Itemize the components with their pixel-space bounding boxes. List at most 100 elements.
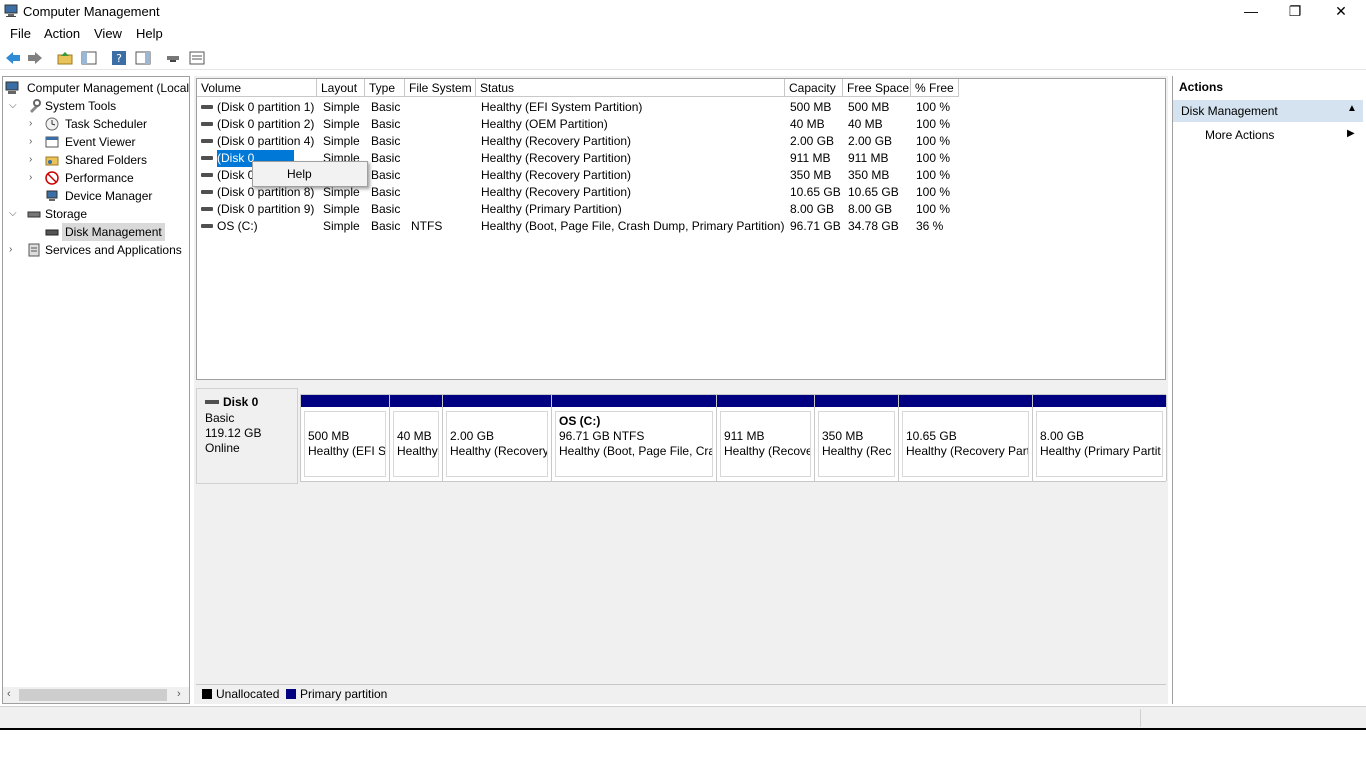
tree-item-services-applications[interactable]: › Services and Applications — [5, 241, 189, 259]
cell-percent-free: 36 % — [916, 219, 944, 233]
partition-status: Healthy (EFI S — [308, 444, 386, 458]
cell-free-space: 911 MB — [848, 151, 889, 165]
partition-details: 8.00 GB Healthy (Primary Partit — [1036, 411, 1163, 477]
table-row[interactable]: (Disk 0 partition 9) Simple Basic Healthy (… — [197, 201, 1165, 218]
partition-details: 911 MB Healthy (Recove — [720, 411, 811, 477]
connect-icon[interactable] — [164, 50, 182, 66]
partition-block[interactable]: 10.65 GB Healthy (Recovery Part — [899, 395, 1033, 481]
tree-item-shared-folders[interactable]: › Shared Folders — [5, 151, 185, 169]
scroll-right-icon[interactable]: › — [177, 688, 181, 700]
chevron-right-icon[interactable]: › — [29, 169, 39, 187]
partition-block[interactable]: OS (C:) 96.71 GB NTFS Healthy (Boot, Page … — [552, 395, 717, 481]
menu-file[interactable]: File — [10, 26, 31, 41]
table-row[interactable]: (Disk 0 partition 1) Simple Basic Healthy (… — [197, 99, 1165, 116]
tree-item-task-scheduler[interactable]: › Task Scheduler — [5, 115, 185, 133]
column-header-file-system[interactable]: File System — [405, 79, 476, 97]
column-header-capacity[interactable]: Capacity — [785, 79, 843, 97]
volume-icon — [201, 224, 213, 228]
table-row[interactable]: (Disk 0 partition 2) Simple Basic Healthy (… — [197, 116, 1165, 133]
cell-status: Healthy (EFI System Partition) — [481, 100, 643, 114]
cell-volume: (Disk 0 partition 4) — [217, 134, 315, 148]
partition-block[interactable]: 40 MB Healthy — [390, 395, 443, 481]
show-hide-action-pane-icon[interactable] — [134, 50, 152, 66]
forward-arrow-icon[interactable] — [26, 50, 44, 66]
disk-graphical-view: Disk 0 Basic 119.12 GB Online 500 MB Heal… — [196, 386, 1167, 484]
cell-volume: (Disk 0 — [217, 168, 255, 182]
chevron-right-icon[interactable]: › — [29, 115, 39, 133]
chevron-right-icon[interactable]: › — [29, 151, 39, 169]
cell-percent-free: 100 % — [916, 168, 951, 182]
cell-type: Basic — [371, 202, 401, 216]
menu-action[interactable]: Action — [44, 26, 80, 41]
scrollbar-thumb[interactable] — [19, 689, 167, 701]
partition-block[interactable]: 350 MB Healthy (Rec — [815, 395, 899, 481]
chevron-right-icon[interactable]: › — [29, 133, 39, 151]
table-row[interactable]: OS (C:) Simple Basic NTFS Healthy (Boot, Pag… — [197, 218, 1165, 235]
tree-item-storage[interactable]: ⌵ Storage — [5, 205, 185, 223]
cell-free-space: 350 MB — [848, 168, 890, 182]
menu-bar: File Action View Help — [0, 24, 1366, 44]
column-header-percent-free[interactable]: % Free — [911, 79, 959, 97]
tree-item-system-tools[interactable]: ⌵ System Tools — [5, 97, 185, 115]
back-arrow-icon[interactable] — [4, 50, 22, 66]
table-row[interactable]: (Disk 0 partition 4) Simple Basic Healthy (… — [197, 133, 1165, 150]
tree-label: Device Manager — [65, 189, 153, 203]
chevron-down-icon[interactable]: ⌵ — [9, 97, 19, 115]
cell-type: Basic — [371, 134, 401, 148]
status-bar — [0, 706, 1366, 728]
tree-item-disk-management[interactable]: Disk Management — [5, 223, 185, 241]
tree-item-performance[interactable]: › Performance — [5, 169, 185, 187]
submenu-arrow-icon[interactable]: ▶ — [1347, 128, 1355, 139]
cell-type: Basic — [371, 219, 401, 233]
partition-block[interactable]: 8.00 GB Healthy (Primary Partit — [1033, 395, 1167, 481]
cell-volume: (Disk 0 partition 1) — [217, 100, 315, 114]
menu-help[interactable]: Help — [136, 26, 163, 41]
tree-label: System Tools — [45, 99, 117, 113]
column-header-status[interactable]: Status — [476, 79, 785, 97]
partition-block[interactable]: 2.00 GB Healthy (Recovery — [443, 395, 552, 481]
tree-item-event-viewer[interactable]: › Event Viewer — [5, 133, 185, 151]
chevron-down-icon[interactable]: ⌵ — [9, 205, 19, 223]
show-hide-console-tree-icon[interactable] — [80, 50, 98, 66]
legend-unallocated: Unallocated — [216, 687, 280, 701]
up-folder-icon[interactable] — [56, 50, 74, 66]
more-actions-item[interactable]: More Actions — [1205, 128, 1274, 142]
tree-label: Performance — [65, 171, 134, 185]
menu-view[interactable]: View — [94, 26, 122, 41]
storage-icon — [27, 211, 41, 218]
tree-label: Shared Folders — [65, 153, 148, 167]
context-menu-help[interactable]: Help — [287, 167, 312, 181]
tree-item-device-manager[interactable]: Device Manager — [5, 187, 185, 205]
minimize-button[interactable]: — — [1228, 0, 1274, 24]
primary-partition-bar — [390, 395, 442, 407]
disk-0-label[interactable]: Disk 0 Basic 119.12 GB Online — [196, 388, 298, 484]
partition-details: OS (C:) 96.71 GB NTFS Healthy (Boot, Page … — [555, 411, 713, 477]
cell-layout: Simple — [323, 202, 360, 216]
primary-partition-bar — [717, 395, 814, 407]
primary-partition-bar — [1033, 395, 1166, 407]
cell-capacity: 96.71 GB — [790, 219, 841, 233]
toolbar: ? — [0, 46, 1366, 70]
cell-free-space: 500 MB — [848, 100, 890, 114]
column-header-free-space[interactable]: Free Space — [843, 79, 911, 97]
column-header-volume[interactable]: Volume — [197, 79, 317, 97]
actions-section-disk-management[interactable]: Disk Management ▲ — [1173, 100, 1363, 122]
partition-block[interactable]: 911 MB Healthy (Recove — [717, 395, 815, 481]
partition-status: Healthy (Rec — [822, 444, 892, 458]
help-icon[interactable]: ? — [110, 50, 128, 66]
partition-size: 2.00 GB — [450, 429, 495, 443]
partition-block[interactable]: 500 MB Healthy (EFI S — [301, 395, 390, 481]
column-header-layout[interactable]: Layout — [317, 79, 365, 97]
close-button[interactable]: ✕ — [1318, 0, 1364, 24]
tree-horizontal-scrollbar[interactable]: ‹ › — [3, 687, 189, 703]
partition-size: 8.00 GB — [1040, 429, 1085, 443]
restore-button[interactable]: ❐ — [1272, 0, 1318, 24]
collapse-up-icon[interactable]: ▲ — [1347, 103, 1357, 114]
partition-details: 40 MB Healthy — [393, 411, 439, 477]
column-header-type[interactable]: Type — [365, 79, 405, 97]
clock-icon — [45, 117, 59, 131]
actions-section-label: Disk Management — [1181, 104, 1278, 118]
chevron-right-icon[interactable]: › — [9, 241, 19, 259]
scroll-left-icon[interactable]: ‹ — [7, 688, 11, 700]
properties-icon[interactable] — [188, 50, 206, 66]
